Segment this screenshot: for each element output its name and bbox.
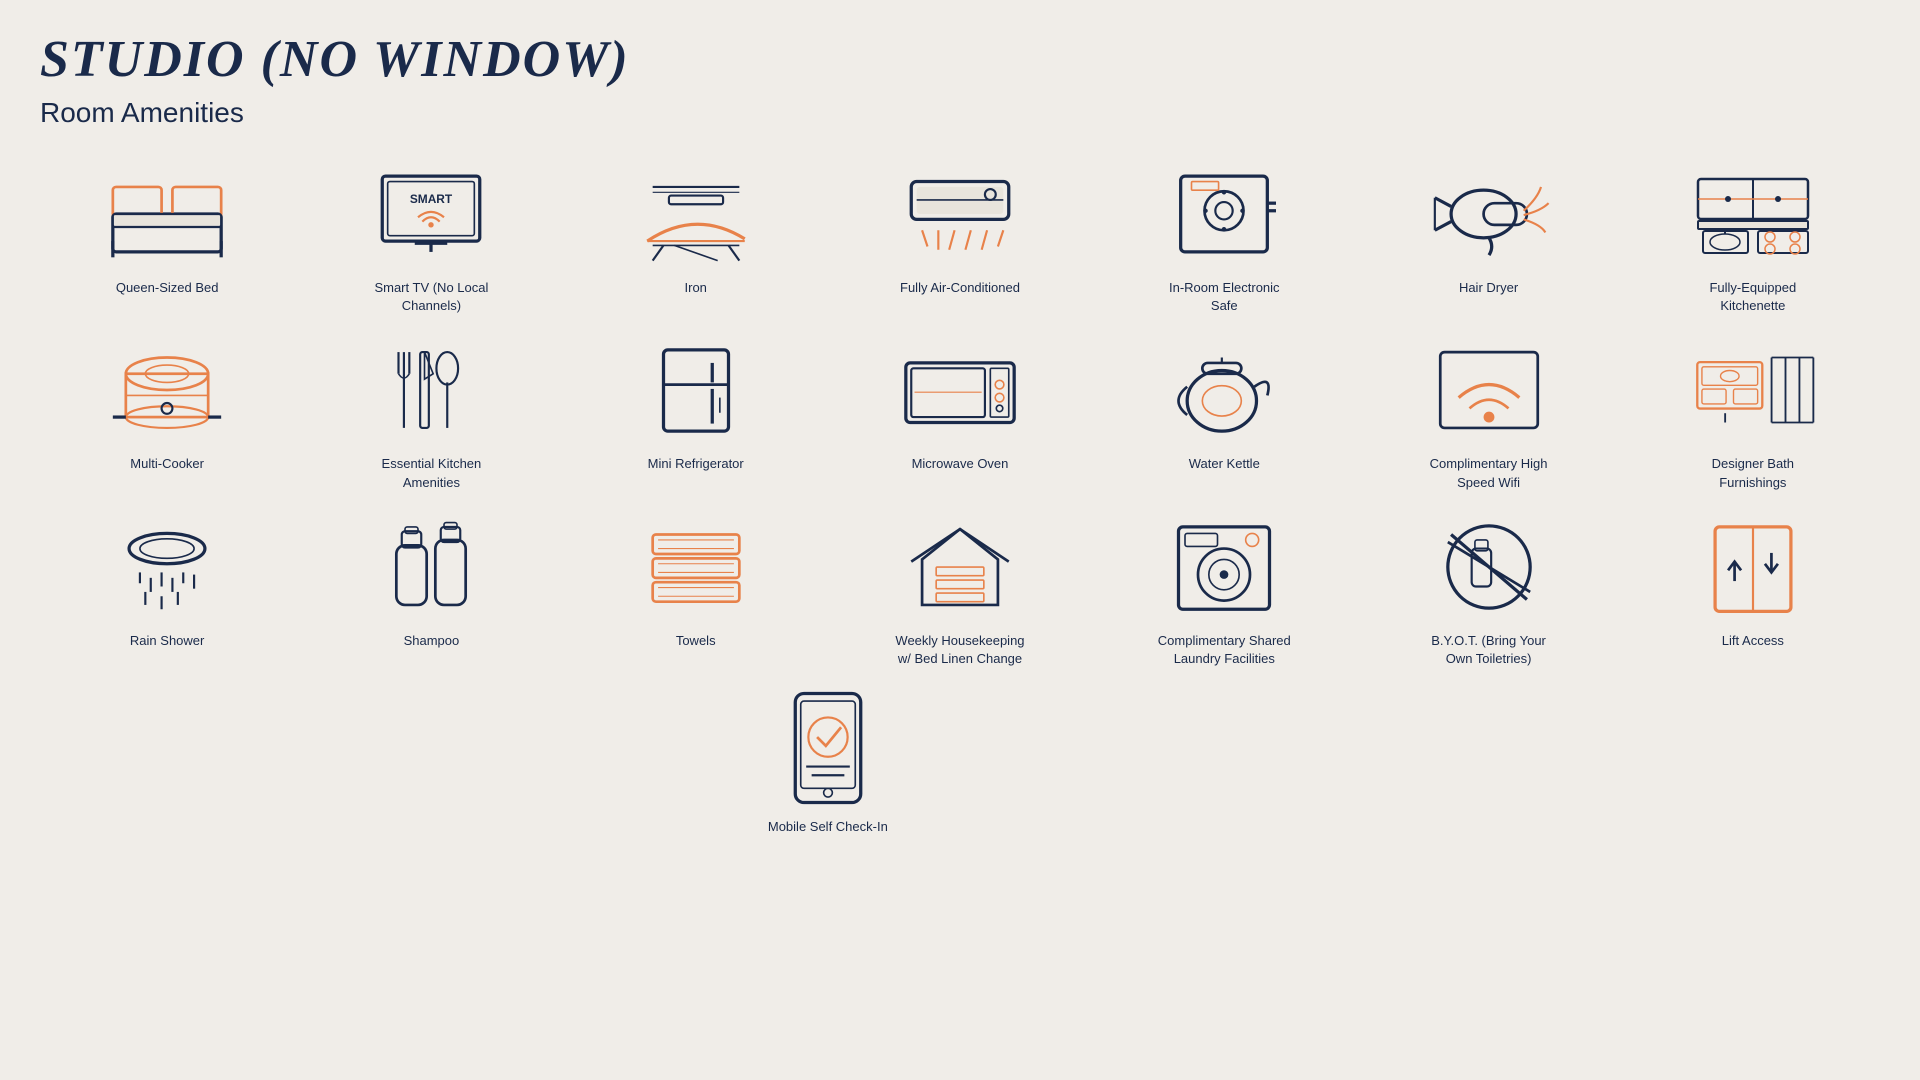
amenity-towels: Towels <box>569 512 823 668</box>
amenity-mobile-checkin: Mobile Self Check-In <box>569 688 1088 836</box>
amenity-iron: Iron <box>569 159 823 315</box>
svg-text:SMART: SMART <box>410 192 453 206</box>
amenity-air-conditioned: Fully Air-Conditioned <box>833 159 1087 315</box>
amenity-rain-shower: Rain Shower <box>40 512 294 668</box>
amenity-byot: B.Y.O.T. (Bring Your Own Toiletries) <box>1361 512 1615 668</box>
amenity-kitchenette: Fully-Equipped Kitchenette <box>1626 159 1880 315</box>
amenity-microwave: Microwave Oven <box>833 335 1087 491</box>
amenities-grid: Queen-Sized Bed SMART Smart TV (No Local… <box>40 159 1880 836</box>
amenity-laundry: Complimentary Shared Laundry Facilities <box>1097 512 1351 668</box>
amenity-housekeeping: Weekly Housekeeping w/ Bed Linen Change <box>833 512 1087 668</box>
amenity-electronic-safe: In-Room Electronic Safe <box>1097 159 1351 315</box>
amenity-smart-tv: SMART Smart TV (No Local Channels) <box>304 159 558 315</box>
amenity-queen-bed: Queen-Sized Bed <box>40 159 294 315</box>
amenity-shampoo: Shampoo <box>304 512 558 668</box>
section-title: Room Amenities <box>40 97 1880 129</box>
amenity-hair-dryer: Hair Dryer <box>1361 159 1615 315</box>
amenity-wifi: Complimentary High Speed Wifi <box>1361 335 1615 491</box>
page-title: STUDIO (NO WINDOW) <box>40 30 1880 89</box>
amenity-lift: Lift Access <box>1626 512 1880 668</box>
amenity-kitchen-amenities: Essential Kitchen Amenities <box>304 335 558 491</box>
amenity-mini-fridge: Mini Refrigerator <box>569 335 823 491</box>
amenity-water-kettle: Water Kettle <box>1097 335 1351 491</box>
amenity-bath-furnishings: Designer Bath Furnishings <box>1626 335 1880 491</box>
amenity-multi-cooker: Multi-Cooker <box>40 335 294 491</box>
